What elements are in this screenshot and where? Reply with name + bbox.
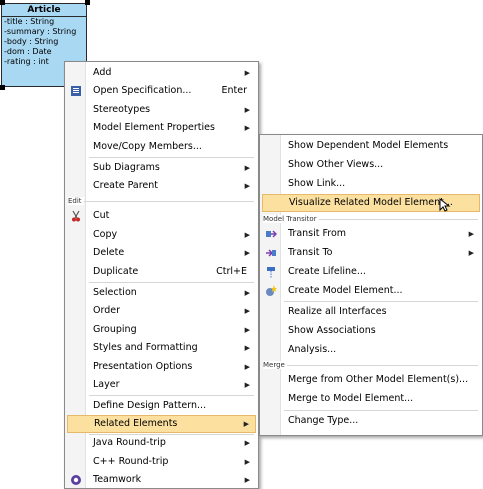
mouse-cursor-icon bbox=[439, 198, 451, 212]
menu-item-show-associations[interactable]: Show Associations bbox=[262, 322, 480, 340]
menu-item-define-design-pattern[interactable]: Define Design Pattern... bbox=[67, 397, 256, 415]
menu-item-create-parent[interactable]: Create Parent ▶ bbox=[67, 177, 256, 195]
scissors-icon bbox=[72, 210, 80, 222]
transit-to-icon bbox=[266, 249, 276, 257]
menu-item-cpp-round-trip[interactable]: C++ Round-trip ▶ bbox=[67, 453, 256, 471]
teamwork-icon bbox=[71, 475, 81, 485]
resize-handle[interactable] bbox=[85, 0, 90, 5]
submenu-arrow-icon: ▶ bbox=[244, 307, 250, 315]
menu-item-copy[interactable]: Copy ▶ bbox=[67, 226, 256, 244]
submenu-arrow-icon: ▶ bbox=[244, 363, 250, 371]
menu-item-analysis[interactable]: Analysis... bbox=[262, 341, 480, 359]
submenu-arrow-icon: ▶ bbox=[244, 182, 250, 190]
menu-item-delete[interactable]: Delete ▶ bbox=[67, 244, 256, 262]
submenu-arrow-icon: ▶ bbox=[244, 164, 250, 172]
menu-separator bbox=[89, 395, 254, 396]
menu-separator bbox=[284, 301, 478, 302]
section-header-edit: Edit bbox=[68, 197, 254, 205]
class-attribute: -summary : String bbox=[4, 27, 77, 36]
submenu-arrow-icon: ▶ bbox=[244, 344, 250, 352]
menu-item-merge-from-other-model-elements[interactable]: Merge from Other Model Element(s)... bbox=[262, 371, 480, 389]
menu-separator bbox=[89, 157, 254, 158]
menu-item-order[interactable]: Order ▶ bbox=[67, 302, 256, 320]
related-elements-submenu: Show Dependent Model Elements Show Other… bbox=[259, 134, 483, 436]
submenu-arrow-icon: ▶ bbox=[244, 476, 250, 484]
menu-item-duplicate[interactable]: Duplicate Ctrl+E bbox=[67, 263, 256, 281]
menu-separator bbox=[284, 410, 478, 411]
menu-item-realize-all-interfaces[interactable]: Realize all Interfaces bbox=[262, 303, 480, 321]
menu-item-visualize-related-model-element[interactable]: Visualize Related Model Element... bbox=[262, 194, 480, 212]
submenu-arrow-icon: ▶ bbox=[244, 249, 250, 257]
menu-item-show-dependent-model-elements[interactable]: Show Dependent Model Elements bbox=[262, 137, 480, 155]
menu-item-change-type[interactable]: Change Type... bbox=[262, 412, 480, 430]
submenu-arrow-icon: ▶ bbox=[243, 420, 249, 428]
menu-item-sub-diagrams[interactable]: Sub Diagrams ▶ bbox=[67, 159, 256, 177]
resize-handle[interactable] bbox=[0, 0, 5, 5]
menu-item-show-other-views[interactable]: Show Other Views... bbox=[262, 156, 480, 174]
menu-item-open-specification[interactable]: Open Specification... Enter bbox=[67, 82, 256, 100]
menu-item-transit-from[interactable]: Transit From ▶ bbox=[262, 225, 480, 243]
submenu-arrow-icon: ▶ bbox=[244, 439, 250, 447]
menu-item-grouping[interactable]: Grouping ▶ bbox=[67, 321, 256, 339]
lifeline-icon bbox=[267, 267, 275, 278]
menu-item-create-lifeline[interactable]: Create Lifeline... bbox=[262, 263, 480, 281]
submenu-arrow-icon: ▶ bbox=[244, 381, 250, 389]
submenu-arrow-icon: ▶ bbox=[468, 230, 474, 238]
menu-item-model-element-properties[interactable]: Model Element Properties ▶ bbox=[67, 119, 256, 137]
menu-item-styles-and-formatting[interactable]: Styles and Formatting ▶ bbox=[67, 339, 256, 357]
class-attribute: -body : String bbox=[4, 37, 59, 46]
menu-item-layer[interactable]: Layer ▶ bbox=[67, 376, 256, 394]
model-element-icon bbox=[266, 285, 277, 296]
menu-item-cut[interactable]: Cut bbox=[67, 207, 256, 225]
menu-item-move-copy-members[interactable]: Move/Copy Members... bbox=[67, 138, 256, 156]
submenu-arrow-icon: ▶ bbox=[244, 106, 250, 114]
section-header-merge: Merge bbox=[263, 361, 478, 369]
specification-icon bbox=[71, 86, 81, 96]
menu-item-related-elements[interactable]: Related Elements ▶ bbox=[67, 415, 256, 433]
menu-item-teamwork[interactable]: Teamwork ▶ bbox=[67, 471, 256, 489]
context-menu: Add ▶ Open Specification... Enter Stereoty… bbox=[64, 61, 259, 489]
menu-separator bbox=[89, 282, 254, 283]
menu-item-presentation-options[interactable]: Presentation Options ▶ bbox=[67, 358, 256, 376]
submenu-arrow-icon: ▶ bbox=[244, 289, 250, 297]
menu-item-show-link[interactable]: Show Link... bbox=[262, 175, 480, 193]
submenu-arrow-icon: ▶ bbox=[244, 458, 250, 466]
menu-item-merge-to-model-element[interactable]: Merge to Model Element... bbox=[262, 390, 480, 408]
transit-from-icon bbox=[266, 230, 277, 238]
class-name: Article bbox=[2, 4, 86, 17]
menu-item-transit-to[interactable]: Transit To ▶ bbox=[262, 244, 480, 262]
menu-item-create-model-element[interactable]: Create Model Element... bbox=[262, 282, 480, 300]
submenu-arrow-icon: ▶ bbox=[244, 326, 250, 334]
submenu-arrow-icon: ▶ bbox=[468, 249, 474, 257]
menu-item-selection[interactable]: Selection ▶ bbox=[67, 284, 256, 302]
menu-item-add[interactable]: Add ▶ bbox=[67, 64, 256, 82]
submenu-arrow-icon: ▶ bbox=[244, 231, 250, 239]
section-header-model-transitor: Model Transitor bbox=[263, 215, 478, 223]
submenu-arrow-icon: ▶ bbox=[244, 124, 250, 132]
class-attribute: -title : String bbox=[4, 17, 55, 26]
shortcut-label: Ctrl+E bbox=[216, 266, 247, 277]
shortcut-label: Enter bbox=[221, 85, 248, 96]
class-attribute: -dom : Date bbox=[4, 47, 52, 56]
submenu-arrow-icon: ▶ bbox=[244, 69, 250, 77]
menu-item-java-round-trip[interactable]: Java Round-trip ▶ bbox=[67, 434, 256, 452]
menu-item-stereotypes[interactable]: Stereotypes ▶ bbox=[67, 101, 256, 119]
resize-handle[interactable] bbox=[0, 85, 5, 90]
